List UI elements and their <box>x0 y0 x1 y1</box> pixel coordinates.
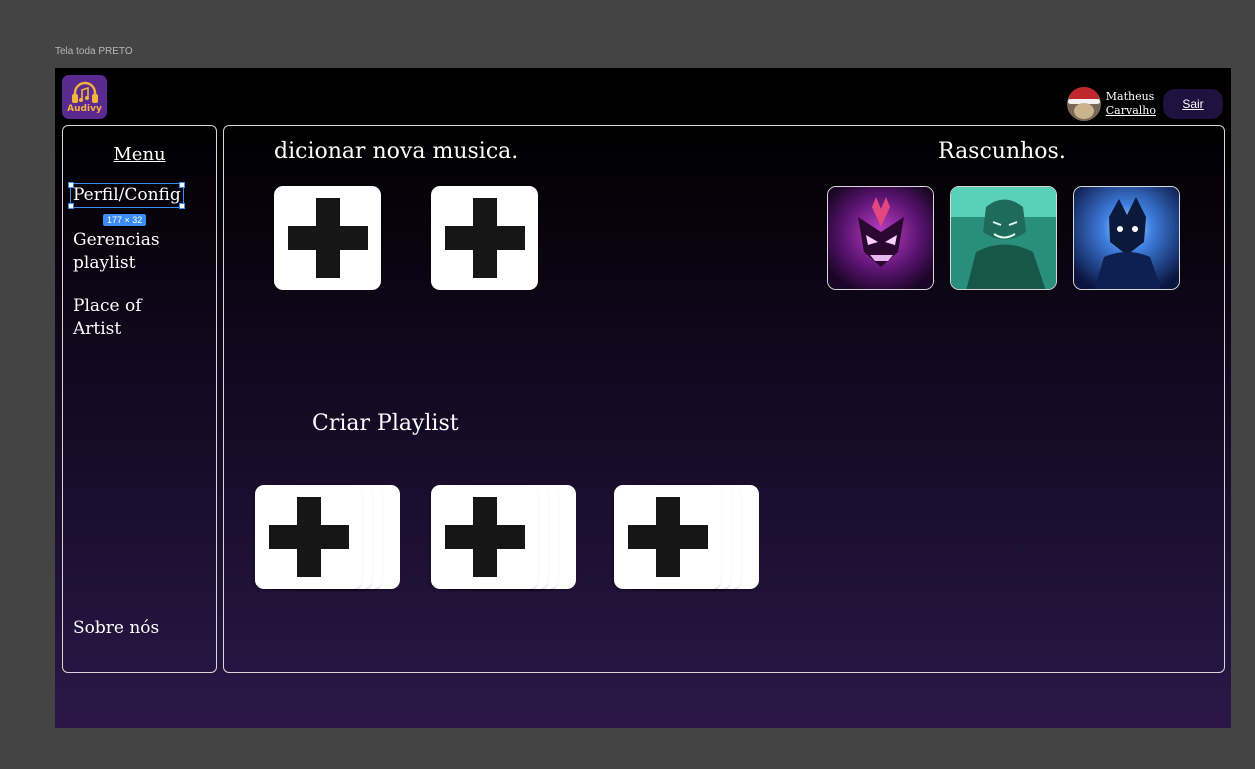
user-first-name: Matheus <box>1105 89 1155 103</box>
create-playlist-button[interactable] <box>614 485 760 589</box>
selection-handle[interactable] <box>179 182 185 188</box>
plus-icon <box>287 198 368 278</box>
sidebar-item-label: playlist <box>73 253 136 273</box>
frame-label: Tela toda PRETO <box>55 46 133 57</box>
selection-size-badge: 177 × 32 <box>103 214 147 226</box>
draft-cover-image <box>1074 187 1179 289</box>
main-panel: dicionar nova musica. Rascunhos. Criar P… <box>223 125 1225 673</box>
logout-button[interactable]: Sair <box>1163 88 1223 119</box>
avatar[interactable] <box>1066 86 1101 121</box>
plus-icon <box>444 198 525 278</box>
drafts-heading: Rascunhos. <box>938 139 1066 164</box>
draft-thumbnail[interactable] <box>827 186 934 290</box>
draft-cover-image <box>951 187 1056 289</box>
create-playlist-heading: Criar Playlist <box>312 411 459 436</box>
sidebar-item-label: Artist <box>73 319 122 339</box>
sidebar-item-place-of-artist[interactable]: Place of Artist <box>73 295 142 341</box>
sidebar-item-label: Place of <box>73 296 142 316</box>
app-logo[interactable]: Audivy <box>62 75 107 119</box>
draft-cover-image <box>828 187 933 289</box>
headphones-music-icon <box>71 81 98 103</box>
sidebar: Menu Perfil/Config 177 × 32 Gerencias pl… <box>62 125 217 673</box>
sidebar-item-manage-playlist[interactable]: Gerencias playlist <box>73 229 160 275</box>
sidebar-item-about-us[interactable]: Sobre nós <box>73 617 159 640</box>
sidebar-item-label: Gerencias <box>73 230 160 250</box>
plus-icon <box>268 497 349 577</box>
draft-thumbnail[interactable] <box>950 186 1057 290</box>
user-last-name-link[interactable]: Carvalho <box>1106 104 1156 118</box>
draft-thumbnail[interactable] <box>1073 186 1180 290</box>
plus-icon <box>627 497 708 577</box>
sidebar-title: Menu <box>113 144 166 165</box>
add-music-button[interactable] <box>274 186 381 290</box>
plus-icon <box>444 497 525 577</box>
user-name: Matheus Carvalho <box>1106 90 1156 118</box>
app-frame: Audivy Matheus Carvalho Sair Menu Perfil… <box>55 68 1231 728</box>
add-music-heading: dicionar nova musica. <box>274 139 519 164</box>
create-playlist-button[interactable] <box>431 485 577 589</box>
user-area: Matheus Carvalho Sair <box>1066 86 1223 121</box>
logo-text: Audivy <box>67 103 102 114</box>
add-music-button[interactable] <box>431 186 538 290</box>
selection-handle[interactable] <box>179 203 185 209</box>
selection-handle[interactable] <box>68 182 74 188</box>
sidebar-item-profile-config[interactable]: Perfil/Config <box>70 183 184 208</box>
create-playlist-button[interactable] <box>255 485 401 589</box>
selection-handle[interactable] <box>68 203 74 209</box>
